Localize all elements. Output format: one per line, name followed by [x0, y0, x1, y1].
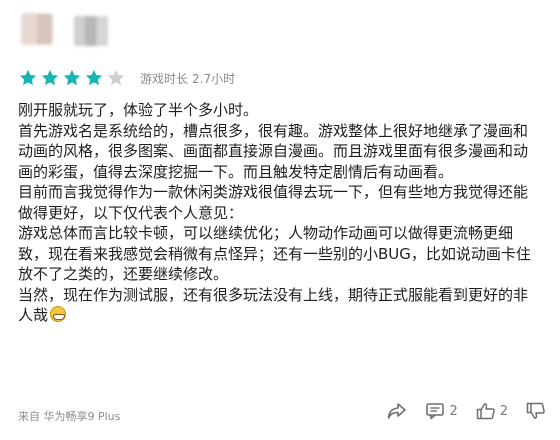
username-blurred[interactable]	[74, 16, 108, 46]
like-button[interactable]: 2	[476, 402, 508, 420]
comment-button[interactable]: 2	[425, 402, 458, 420]
rating-row: 游戏时长 2.7小时	[18, 66, 235, 90]
review-paragraph: 目前而言我觉得作为一款休闲类游戏很值得去玩一下，但有些地方我觉得还能做得更好，以…	[18, 183, 529, 222]
review-header	[0, 0, 560, 62]
star-filled-icon	[41, 69, 59, 86]
star-empty-icon	[107, 69, 125, 86]
review-footer: 来自 华为畅享9 Plus 2 2	[0, 400, 560, 434]
playtime: 游戏时长 2.7小时	[140, 70, 235, 87]
comment-icon	[426, 403, 445, 420]
comment-count: 2	[449, 403, 458, 419]
review-actions: 2 2	[369, 402, 546, 420]
star-filled-icon	[63, 69, 81, 86]
playtime-label: 游戏时长	[140, 71, 189, 86]
share-button[interactable]	[387, 402, 407, 420]
review-paragraph: 首先游戏名是系统给的，槽点很多，很有趣。游戏整体上很好地继承了漫画和动画的风格，…	[18, 121, 529, 181]
device-label: 来自 华为畅享9 Plus	[18, 410, 121, 423]
review-paragraph: 刚开服就玩了，体验了半个多小时。	[18, 101, 259, 119]
share-icon	[388, 403, 407, 419]
grin-emoji-icon	[50, 306, 67, 322]
user-avatar[interactable]	[22, 14, 52, 44]
review-body: 刚开服就玩了，体验了半个多小时。 首先游戏名是系统给的，槽点很多，很有趣。游戏整…	[18, 100, 542, 326]
playtime-value: 2.7小时	[192, 71, 236, 86]
thumbs-down-icon	[526, 402, 545, 419]
thumbs-up-icon	[476, 403, 495, 420]
star-filled-icon	[19, 69, 37, 86]
review-paragraph-last: 当然，现在作为测试服，还有很多玩法没有上线，期待正式服能看到更好的非人哉	[18, 285, 542, 326]
review-paragraph: 游戏总体而言比较卡顿，可以继续优化；人物动作动画可以做得更流畅更细致，现在看来我…	[18, 224, 531, 283]
star-rating	[18, 68, 126, 88]
review-paragraph: 当然，现在作为测试服，还有很多玩法没有上线，期待正式服能看到更好的非人哉	[18, 285, 529, 325]
star-filled-icon	[85, 69, 103, 86]
like-count: 2	[499, 403, 508, 419]
dislike-button[interactable]	[526, 402, 546, 420]
